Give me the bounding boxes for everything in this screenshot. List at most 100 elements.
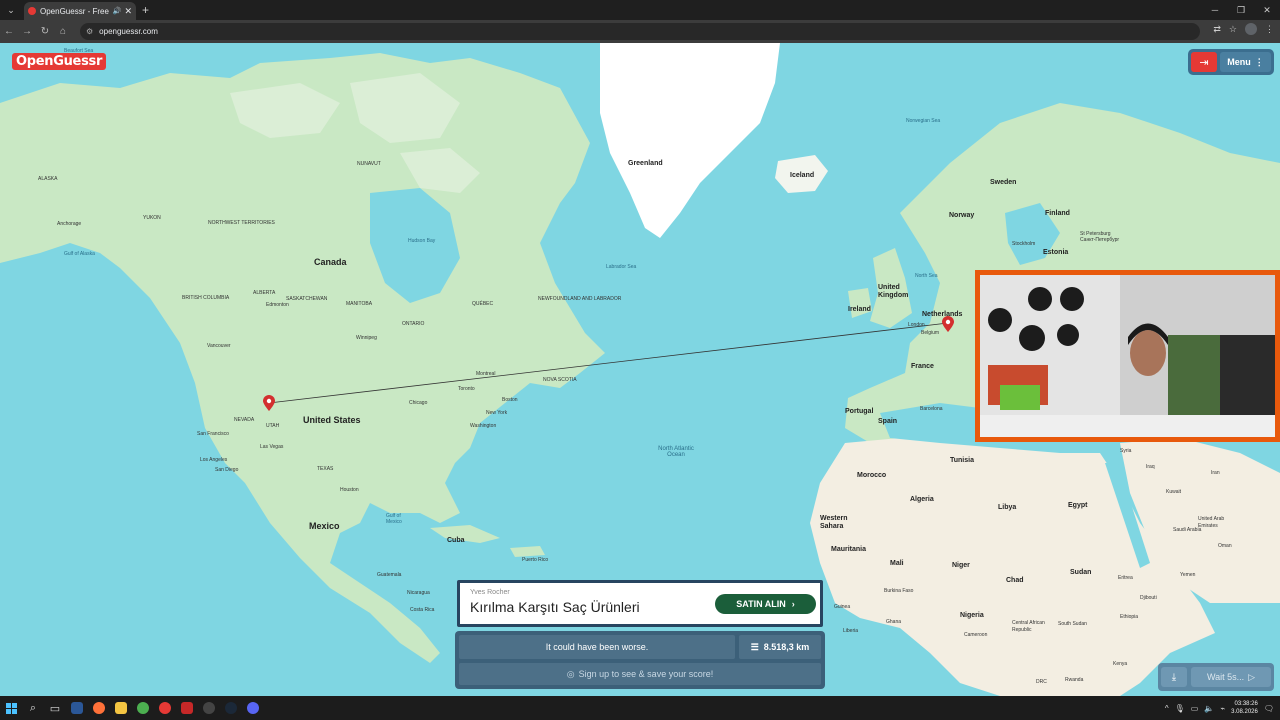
- world-map[interactable]: Greenland Iceland Canada United States M…: [0, 43, 1280, 696]
- search-icon[interactable]: ⌕: [22, 697, 44, 719]
- ad-banner[interactable]: Yves Rocher Kırılma Karşıtı Saç Ürünleri…: [457, 580, 823, 627]
- steam-icon[interactable]: [220, 697, 242, 719]
- label-mauritania: Mauritania: [831, 546, 867, 553]
- play-icon: ▷: [1248, 671, 1256, 682]
- widgets-icon[interactable]: [66, 697, 88, 719]
- tab-search-button[interactable]: ⌄: [2, 1, 20, 19]
- file-explorer-icon[interactable]: [110, 697, 132, 719]
- label-ontario: ONTARIO: [402, 321, 425, 327]
- label-manitoba: MANITOBA: [346, 301, 373, 307]
- tab-title: OpenGuessr - Free GeoGue: [40, 6, 110, 16]
- site-info-icon[interactable]: ⚙: [86, 27, 93, 36]
- firefox-icon[interactable]: [88, 697, 110, 719]
- discord-icon[interactable]: [242, 697, 264, 719]
- menu-button[interactable]: Menu ⋮: [1220, 52, 1271, 72]
- label-boston: Boston: [502, 397, 518, 403]
- exit-game-button[interactable]: ⇥: [1191, 52, 1217, 72]
- microphone-icon[interactable]: 🎙: [1175, 704, 1185, 713]
- kebab-menu-icon: ⋮: [1254, 56, 1264, 67]
- windows-start-icon[interactable]: [0, 697, 22, 719]
- ad-cta-label: SATIN ALIN: [736, 599, 786, 609]
- label-texas: TEXAS: [317, 466, 334, 472]
- label-kenya: Kenya: [1113, 661, 1128, 667]
- label-burkina-faso: Burkina Faso: [884, 588, 914, 594]
- label-car: Central African Republic: [1012, 620, 1045, 633]
- clock-date: 3.08.2026: [1231, 709, 1258, 715]
- label-kuwait: Kuwait: [1166, 489, 1182, 495]
- label-ireland: Ireland: [848, 306, 871, 313]
- label-yukon: YUKON: [143, 215, 161, 221]
- label-sudan: Sudan: [1070, 569, 1092, 576]
- label-montreal: Montreal: [476, 371, 496, 377]
- tray-chevron-icon[interactable]: ^: [1165, 704, 1169, 713]
- obs-icon[interactable]: [198, 697, 220, 719]
- label-sweden: Sweden: [990, 179, 1017, 186]
- label-anchorage: Anchorage: [57, 221, 82, 227]
- webcam-video-frame: [980, 275, 1275, 437]
- wait-label: Wait 5s...: [1206, 672, 1245, 682]
- audio-playing-icon[interactable]: 🔊: [113, 7, 122, 15]
- label-south-sudan: South Sudan: [1058, 621, 1087, 627]
- download-button[interactable]: ⤓: [1161, 667, 1187, 687]
- label-newfoundland: NEWFOUNDLAND AND LABRADOR: [538, 296, 622, 302]
- label-guatemala: Guatemala: [377, 572, 402, 578]
- webcam-overlay: [975, 270, 1280, 442]
- label-cuba: Cuba: [447, 537, 465, 544]
- os-taskbar: ⌕ ▭ ^ 🎙 ▭ 🔈 ⌁ 03:38:26 3.08.2026 🗨: [0, 696, 1280, 720]
- chrome-icon[interactable]: [132, 697, 154, 719]
- task-view-icon[interactable]: ▭: [44, 697, 66, 719]
- label-cameroon: Cameroon: [964, 632, 988, 638]
- label-chad: Chad: [1006, 577, 1024, 584]
- label-ghana: Ghana: [886, 619, 902, 625]
- label-united-states: United States: [303, 415, 361, 425]
- label-guinea: Guinea: [834, 604, 851, 610]
- address-bar[interactable]: ⚙ openguessr.com: [80, 23, 1200, 40]
- media-app-icon[interactable]: [176, 697, 198, 719]
- translate-icon[interactable]: ⇄: [1213, 24, 1221, 35]
- back-icon[interactable]: ←: [0, 26, 18, 37]
- openguessr-logo[interactable]: OpenGuessr: [12, 53, 107, 70]
- signup-prompt-button[interactable]: ◎ Sign up to see & save your score!: [459, 663, 821, 685]
- opera-icon[interactable]: [154, 697, 176, 719]
- forward-icon[interactable]: →: [18, 26, 36, 37]
- volume-icon[interactable]: 🔈: [1204, 704, 1214, 713]
- reload-icon[interactable]: ↻: [36, 26, 54, 37]
- label-san-diego: San Diego: [215, 467, 239, 473]
- label-st-petersburg: St Petersburg Санкт-Петербург: [1080, 231, 1120, 243]
- profile-avatar[interactable]: [1245, 23, 1257, 35]
- label-northwest-territories: NORTHWEST TERRITORIES: [208, 220, 275, 226]
- minimize-icon[interactable]: ─: [1202, 0, 1228, 20]
- browser-tab-active[interactable]: OpenGuessr - Free GeoGue 🔊 ✕: [24, 2, 136, 20]
- next-round-button[interactable]: Wait 5s... ▷: [1191, 667, 1271, 687]
- clock[interactable]: 03:38:26 3.08.2026: [1231, 700, 1258, 716]
- label-utah: UTAH: [266, 423, 280, 429]
- guess-marker-icon: [263, 395, 275, 411]
- label-libya: Libya: [998, 504, 1017, 511]
- close-tab-icon[interactable]: ✕: [124, 6, 132, 17]
- label-hudson-bay: Hudson Bay: [408, 238, 436, 244]
- new-tab-button[interactable]: +: [142, 3, 149, 17]
- label-uae: United Arab Emirates: [1198, 516, 1225, 529]
- north-america-land: [0, 53, 605, 663]
- label-las-vegas: Las Vegas: [260, 444, 284, 450]
- label-nova-scotia: NOVA SCOTIA: [543, 377, 577, 383]
- browser-menu-icon[interactable]: ⋮: [1265, 24, 1274, 35]
- label-london: London: [908, 322, 925, 328]
- ruler-icon: ☰: [750, 641, 759, 652]
- label-oman: Oman: [1218, 543, 1232, 549]
- display-icon[interactable]: ▭: [1191, 704, 1199, 713]
- label-spain: Spain: [878, 418, 898, 425]
- ad-cta-button[interactable]: SATIN ALIN ›: [715, 594, 816, 614]
- openguessr-favicon-icon: [28, 7, 36, 15]
- label-drc: DRC: [1036, 679, 1047, 685]
- home-icon[interactable]: ⌂: [54, 26, 72, 37]
- network-icon[interactable]: ⌁: [1220, 704, 1225, 713]
- close-window-icon[interactable]: ✕: [1254, 0, 1280, 20]
- label-western-sahara: Western Sahara: [820, 515, 848, 530]
- label-british-columbia: BRITISH COLUMBIA: [182, 295, 230, 301]
- label-greenland: Greenland: [628, 160, 663, 167]
- bookmark-star-icon[interactable]: ☆: [1229, 24, 1237, 35]
- notification-icon[interactable]: 🗨: [1264, 704, 1274, 713]
- restore-icon[interactable]: ❐: [1228, 0, 1254, 20]
- label-toronto: Toronto: [458, 386, 475, 392]
